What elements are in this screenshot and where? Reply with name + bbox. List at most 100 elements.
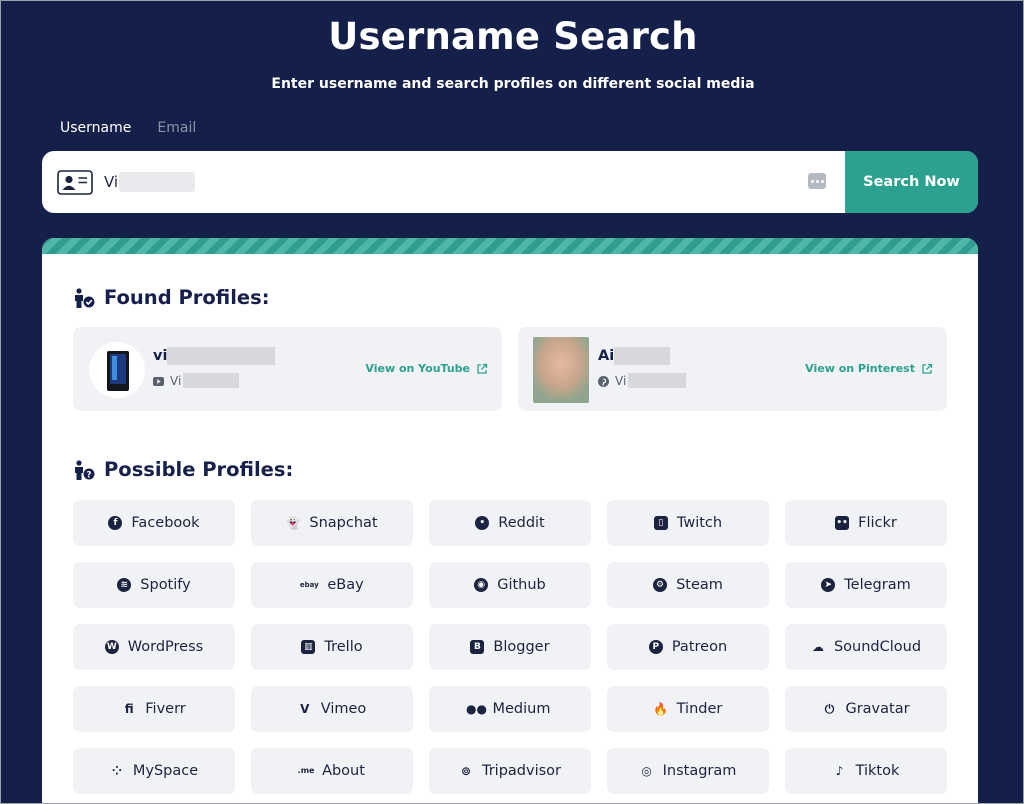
possible-profile-telegram[interactable]: ➤ Telegram — [785, 562, 947, 608]
possible-profile-reddit[interactable]: • Reddit — [429, 500, 591, 546]
possible-profile-blogger[interactable]: B Blogger — [429, 624, 591, 670]
redacted-handle — [183, 373, 239, 388]
possible-profile-label: Tripadvisor — [481, 763, 561, 779]
pinterest-icon — [598, 375, 609, 387]
password-manager-icon[interactable] — [808, 173, 826, 189]
page-title: Username Search — [328, 15, 698, 58]
blogger-icon: B — [470, 640, 485, 654]
possible-profile-ebay[interactable]: ebay eBay — [251, 562, 413, 608]
possible-profile-label: Spotify — [140, 577, 191, 593]
possible-profile-patreon[interactable]: P Patreon — [607, 624, 769, 670]
svg-text:?: ? — [87, 470, 92, 480]
redacted-name — [614, 347, 670, 365]
redacted-name — [167, 347, 275, 365]
profile-name: Ai — [598, 348, 615, 364]
possible-profile-label: Medium — [492, 701, 551, 717]
possible-profile-steam[interactable]: ⚙ Steam — [607, 562, 769, 608]
page-subtitle: Enter username and search profiles on di… — [271, 76, 755, 92]
results-card: Found Profiles: vi Vi View on YouTube Ai… — [42, 238, 978, 803]
possible-profile-tinder[interactable]: 🔥 Tinder — [607, 686, 769, 732]
tripadvisor-icon: ⊚ — [460, 764, 472, 778]
twitch-icon: ▯ — [653, 516, 668, 530]
possible-profile-facebook[interactable]: f Facebook — [73, 500, 235, 546]
found-profiles-heading: Found Profiles: — [72, 286, 270, 309]
redacted-input-text — [119, 172, 195, 192]
reddit-icon: • — [475, 516, 490, 530]
possible-profile-label: Telegram — [844, 577, 911, 593]
youtube-icon — [153, 376, 164, 386]
telegram-icon: ➤ — [821, 578, 836, 592]
patreon-icon: P — [648, 640, 663, 654]
possible-profile-twitch[interactable]: ▯ Twitch — [607, 500, 769, 546]
view-on-pinterest-link[interactable]: View on Pinterest — [805, 362, 933, 375]
tab-email[interactable]: Email — [157, 120, 196, 136]
possible-profile-label: Facebook — [131, 515, 200, 531]
possible-profiles-heading: ? Possible Profiles: — [72, 458, 293, 481]
person-check-icon — [75, 287, 95, 308]
possible-profile-medium[interactable]: ●● Medium — [429, 686, 591, 732]
soundcloud-icon: ☁ — [811, 640, 824, 654]
possible-profile-label: Trello — [324, 639, 363, 655]
flickr-icon: •• — [835, 516, 850, 530]
myspace-icon: ⁘ — [111, 764, 122, 778]
found-profile-card: Ai Vi View on Pinterest — [518, 327, 947, 411]
search-now-button[interactable]: Search Now — [845, 151, 978, 213]
possible-profile-tiktok[interactable]: ♪ Tiktok — [785, 748, 947, 794]
possible-profile-wordpress[interactable]: W WordPress — [73, 624, 235, 670]
possible-profile-myspace[interactable]: ⁘ MySpace — [73, 748, 235, 794]
fiverr-icon: fi — [124, 702, 134, 716]
profile-handle: Vi — [598, 374, 626, 388]
possible-profile-label: Tinder — [676, 701, 723, 717]
possible-profile-gravatar[interactable]: ⏻ Gravatar — [785, 686, 947, 732]
possible-profile-aboutme[interactable]: .me About — [251, 748, 413, 794]
gravatar-icon: ⏻ — [824, 702, 835, 716]
possible-profile-snapchat[interactable]: 👻 Snapchat — [251, 500, 413, 546]
possible-profile-fiverr[interactable]: fi Fiverr — [73, 686, 235, 732]
id-card-icon — [57, 170, 93, 195]
possible-profile-label: eBay — [327, 577, 364, 593]
possible-profile-label: MySpace — [132, 763, 199, 779]
app-frame: Username Search Enter username and searc… — [0, 0, 1024, 804]
snapchat-icon: 👻 — [285, 516, 301, 530]
possible-profile-label: Vimeo — [320, 701, 367, 717]
possible-profile-trello[interactable]: ▥ Trello — [251, 624, 413, 670]
possible-profile-vimeo[interactable]: V Vimeo — [251, 686, 413, 732]
possible-profile-label: Patreon — [671, 639, 728, 655]
possible-profile-label: Tiktok — [855, 763, 900, 779]
wordpress-icon: W — [104, 640, 119, 654]
trello-icon: ▥ — [301, 640, 316, 654]
possible-profile-soundcloud[interactable]: ☁ SoundCloud — [785, 624, 947, 670]
username-input[interactable] — [104, 165, 824, 199]
tinder-icon: 🔥 — [653, 702, 669, 716]
external-link-icon — [477, 363, 488, 374]
redacted-handle — [628, 373, 686, 388]
found-profile-card: vi Vi View on YouTube — [73, 327, 502, 411]
view-on-youtube-label: View on YouTube — [365, 362, 470, 375]
found-profiles-title: Found Profiles: — [104, 286, 270, 309]
view-on-youtube-link[interactable]: View on YouTube — [365, 362, 488, 375]
possible-profile-flickr[interactable]: •• Flickr — [785, 500, 947, 546]
possible-profile-label: Flickr — [858, 515, 897, 531]
spotify-icon: ≋ — [117, 578, 132, 592]
possible-profile-label: Reddit — [498, 515, 545, 531]
possible-profile-instagram[interactable]: ◎ Instagram — [607, 748, 769, 794]
possible-profile-label: About — [322, 763, 365, 779]
medium-icon: ●● — [466, 702, 487, 716]
possible-profile-label: Instagram — [662, 763, 737, 779]
facebook-icon: f — [108, 516, 123, 530]
possible-profile-github[interactable]: ◉ Github — [429, 562, 591, 608]
aboutme-icon: .me — [297, 766, 315, 775]
possible-profile-label: Snapchat — [309, 515, 378, 531]
possible-profiles-title: Possible Profiles: — [104, 458, 294, 481]
profile-avatar — [89, 342, 145, 398]
possible-profile-label: Blogger — [493, 639, 550, 655]
possible-profiles-grid: f Facebook 👻 Snapchat • Reddit ▯ Twitch •• Fl… — [73, 500, 947, 794]
possible-profile-label: SoundCloud — [833, 639, 922, 655]
tab-username[interactable]: Username — [60, 120, 131, 136]
possible-profile-spotify[interactable]: ≋ Spotify — [73, 562, 235, 608]
steam-icon: ⚙ — [653, 578, 668, 592]
possible-profile-tripadvisor[interactable]: ⊚ Tripadvisor — [429, 748, 591, 794]
ebay-icon: ebay — [299, 580, 319, 589]
search-mode-tabs: Username Email — [60, 120, 196, 136]
possible-profile-label: Steam — [676, 577, 723, 593]
